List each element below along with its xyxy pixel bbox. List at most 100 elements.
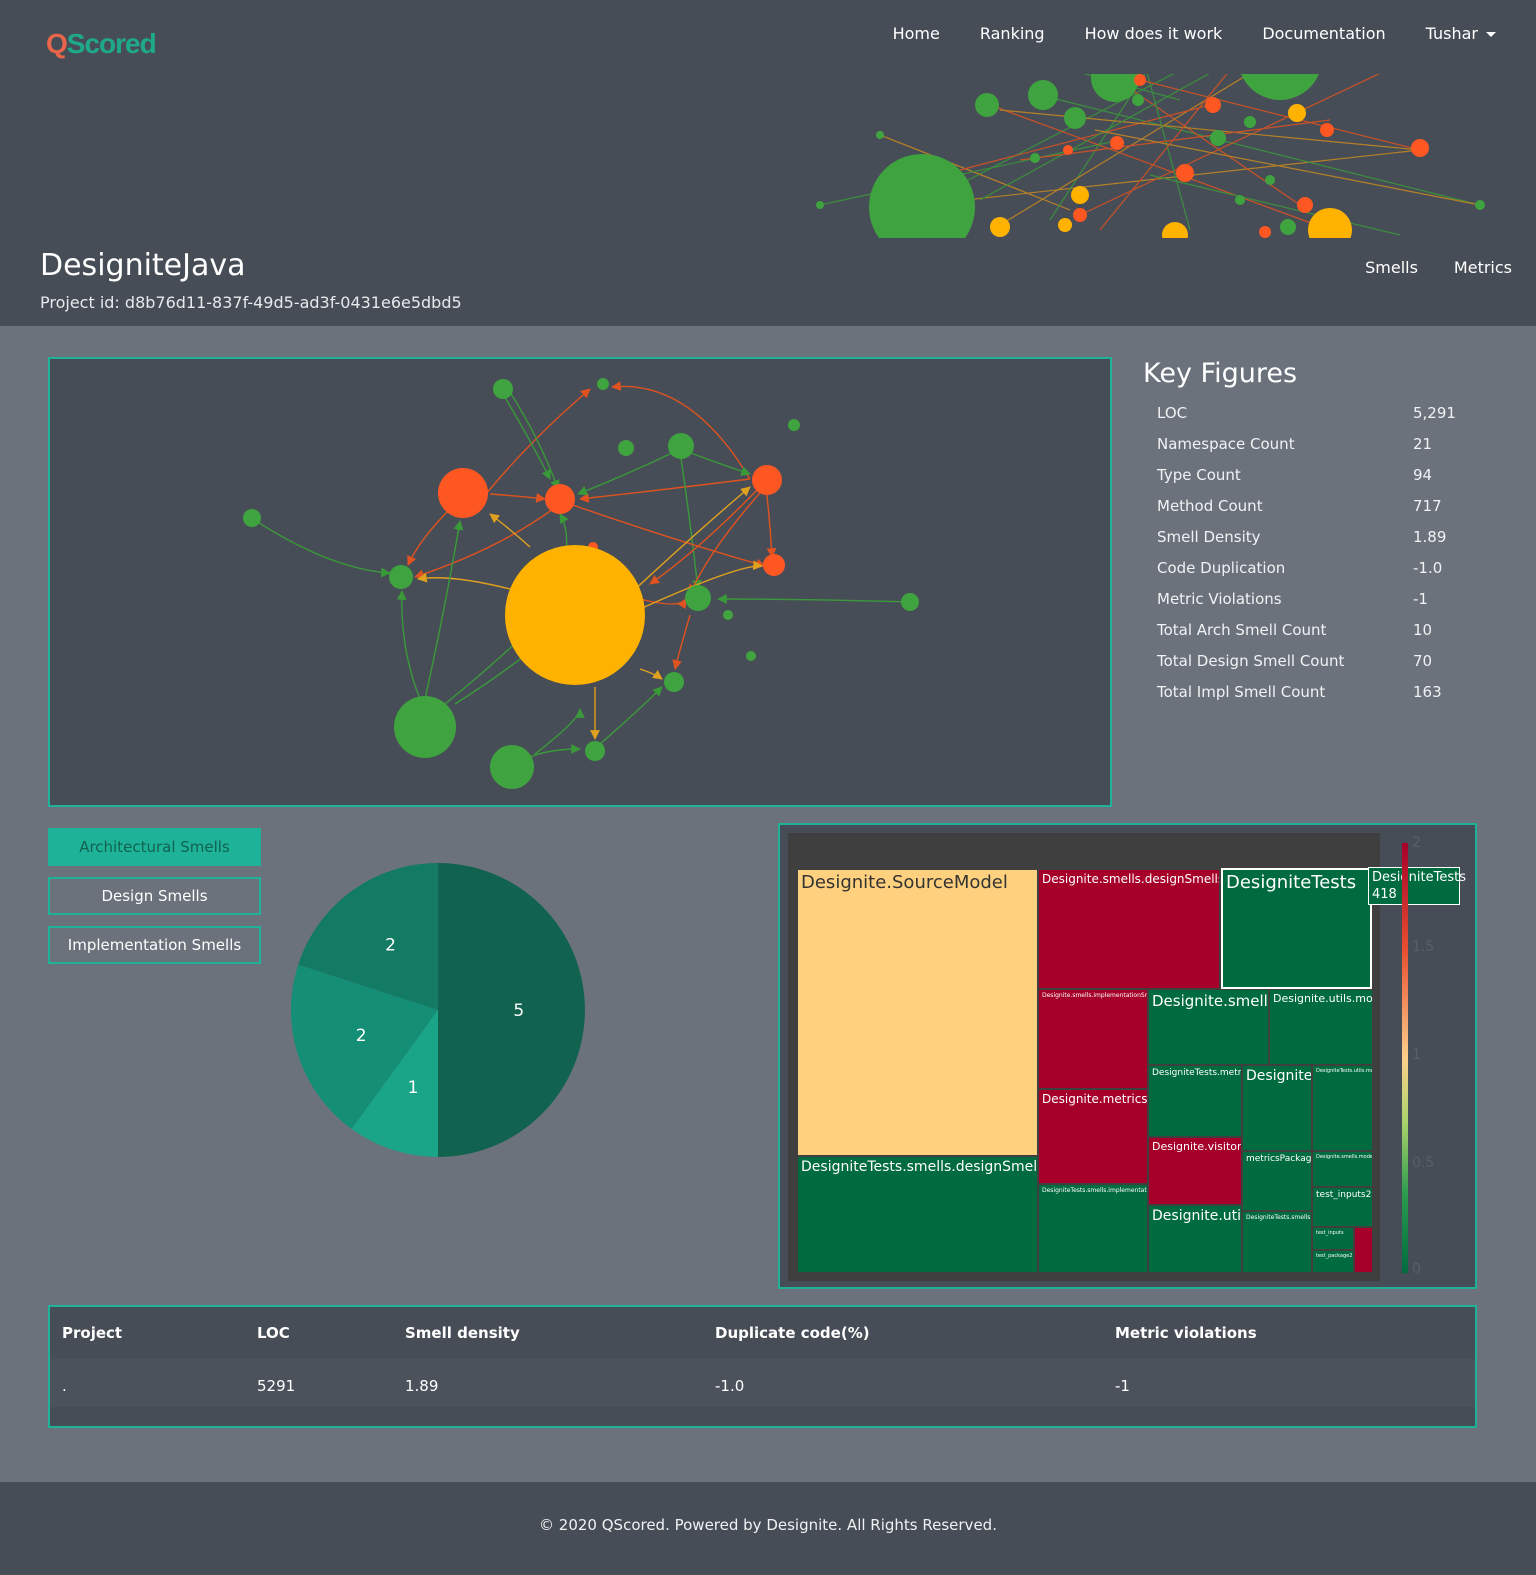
key-figure-row: Total Arch Smell Count 10 [1143, 614, 1483, 645]
pie-slice-label: 2 [385, 936, 396, 956]
treemap-cell[interactable]: test_inputs2 [1312, 1187, 1373, 1227]
pie-slice[interactable] [438, 863, 585, 1157]
treemap-panel: Designite.SourceModel DesigniteTests.sme… [778, 823, 1477, 1289]
pie-slice-label: 5 [513, 1001, 524, 1021]
nav-how-it-works-link[interactable]: How does it work [1085, 24, 1223, 43]
cell-project: . [62, 1377, 67, 1395]
pie-slice-label: 2 [356, 1026, 367, 1046]
key-figure-label: Namespace Count [1157, 434, 1295, 453]
footer: © 2020 QScored. Powered by Designite. Al… [0, 1482, 1536, 1575]
key-figure-row: Type Count 94 [1143, 459, 1483, 490]
hero-banner [0, 74, 1536, 238]
key-figures-table: LOC 5,291 Namespace Count 21 Type Count 94 … [1143, 397, 1483, 707]
key-figure-value: 163 [1413, 682, 1442, 701]
key-figure-label: Metric Violations [1157, 589, 1282, 608]
treemap-cell[interactable]: DesigniteTests.smells.designSmells [797, 1156, 1038, 1273]
tab-metrics[interactable]: Metrics [1454, 258, 1512, 277]
key-figure-label: Total Design Smell Count [1157, 651, 1345, 670]
header-smell-density: Smell density [405, 1324, 520, 1342]
treemap-cell[interactable]: Designite.smells.designSmells [1038, 869, 1220, 989]
architectural-smells-button[interactable]: Architectural Smells [48, 828, 261, 866]
treemap-cell[interactable]: Designite.visitors [1148, 1137, 1242, 1205]
cell-duplicate-code: -1.0 [715, 1377, 745, 1395]
key-figure-value: 21 [1413, 434, 1433, 453]
scale-tick: 1.5 [1412, 939, 1435, 955]
header-loc: LOC [257, 1324, 290, 1342]
treemap-cell[interactable]: DesigniteTests.utils.models [1312, 1065, 1373, 1151]
implementation-smells-button[interactable]: Implementation Smells [48, 926, 261, 964]
key-figures: Key Figures LOC 5,291 Namespace Count 21 T… [1143, 358, 1503, 707]
chevron-down-icon [1486, 32, 1496, 37]
cell-loc: 5291 [257, 1377, 296, 1395]
treemap-tooltip: DesigniteTests 418 [1368, 867, 1466, 905]
key-figure-value: 717 [1413, 496, 1442, 515]
key-figures-heading: Key Figures [1143, 358, 1298, 389]
header-metric-violations: Metric violations [1115, 1324, 1257, 1342]
treemap-cell[interactable]: test_package2 [1312, 1250, 1354, 1273]
key-figure-value: -1.0 [1413, 558, 1443, 577]
key-figure-row: Code Duplication -1.0 [1143, 552, 1483, 583]
dependency-graph[interactable] [50, 359, 1110, 805]
user-menu[interactable]: Tushar [1426, 24, 1496, 43]
treemap-cell[interactable]: DesigniteTests [1221, 868, 1372, 989]
header-duplicate-code: Duplicate code(%) [715, 1324, 870, 1342]
scale-tick: 2 [1412, 835, 1421, 851]
key-figure-row: Method Count 717 [1143, 490, 1483, 521]
qscored-logo[interactable]: QScored [46, 28, 157, 60]
treemap-cell[interactable]: metricsPackage [1242, 1151, 1312, 1211]
treemap-cell[interactable]: Designite.utils [1148, 1205, 1242, 1273]
project-tabs: Smells Metrics [1365, 258, 1512, 277]
key-figure-value: 10 [1413, 620, 1433, 639]
key-figure-label: Total Arch Smell Count [1157, 620, 1327, 639]
key-figure-row: Total Impl Smell Count 163 [1143, 676, 1483, 707]
header-project: Project [62, 1324, 123, 1342]
treemap-cell[interactable]: Designite.SourceModel [797, 869, 1038, 1156]
treemap-cell[interactable] [1354, 1227, 1373, 1273]
project-header: DesigniteJava Project id: d8b76d11-837f-… [0, 238, 1536, 326]
key-figure-label: Total Impl Smell Count [1157, 682, 1326, 701]
nav-home-link[interactable]: Home [893, 24, 940, 43]
treemap-color-scale [1402, 843, 1408, 1273]
cell-smell-density: 1.89 [405, 1377, 439, 1395]
key-figure-row: Metric Violations -1 [1143, 583, 1483, 614]
summary-table: Project LOC Smell density Duplicate code… [48, 1305, 1477, 1428]
treemap-cell[interactable]: test_inputs [1312, 1227, 1354, 1250]
user-name: Tushar [1425, 24, 1478, 43]
treemap-cell[interactable]: Designite [1242, 1065, 1312, 1151]
smell-pie-chart: 5 1 2 2 [291, 863, 585, 1157]
treemap-cell[interactable]: Designite.utils.models [1269, 989, 1373, 1065]
top-navbar: QScored Home Ranking How does it work Do… [0, 0, 1536, 74]
nav-ranking-link[interactable]: Ranking [980, 24, 1045, 43]
key-figure-value: 5,291 [1413, 403, 1456, 422]
key-figure-label: Method Count [1157, 496, 1263, 515]
project-title: DesigniteJava [40, 248, 246, 283]
key-figure-label: Type Count [1157, 465, 1241, 484]
treemap-cell[interactable]: DesigniteTests.metrics [1148, 1065, 1242, 1137]
scale-tick: 0 [1412, 1261, 1421, 1277]
copyright-text: © 2020 QScored. Powered by Designite. Al… [539, 1516, 997, 1534]
key-figure-label: Code Duplication [1157, 558, 1286, 577]
treemap-cell[interactable]: DesigniteTests.smells.implementationSmel… [1038, 1184, 1148, 1273]
tab-smells[interactable]: Smells [1365, 258, 1418, 277]
treemap-cell[interactable]: Designite.smells.implementationSmells [1038, 989, 1148, 1089]
design-smells-button[interactable]: Design Smells [48, 877, 261, 915]
key-figure-label: LOC [1157, 403, 1188, 422]
nav-documentation-link[interactable]: Documentation [1262, 24, 1385, 43]
treemap-cell[interactable]: Designite.smells [1148, 989, 1269, 1065]
key-figure-row: Namespace Count 21 [1143, 428, 1483, 459]
scale-tick: 1 [1412, 1047, 1421, 1063]
key-figure-value: 94 [1413, 465, 1433, 484]
treemap-cell[interactable]: Designite.metrics [1038, 1089, 1148, 1184]
key-figure-value: -1 [1413, 589, 1428, 608]
hero-dependency-graph [816, 74, 1485, 238]
dependency-graph-panel [48, 357, 1112, 807]
treemap-cell[interactable]: Designite.smells.models [1312, 1151, 1373, 1187]
treemap-cell[interactable]: DesigniteTests.smells [1242, 1211, 1312, 1273]
key-figure-value: 1.89 [1413, 527, 1447, 546]
key-figure-row: Total Design Smell Count 70 [1143, 645, 1483, 676]
key-figure-value: 70 [1413, 651, 1433, 670]
key-figure-label: Smell Density [1157, 527, 1261, 546]
project-id: Project id: d8b76d11-837f-49d5-ad3f-0431… [40, 293, 462, 312]
nav-links: Home Ranking How does it work Documentat… [893, 24, 1496, 43]
key-figure-row: Smell Density 1.89 [1143, 521, 1483, 552]
